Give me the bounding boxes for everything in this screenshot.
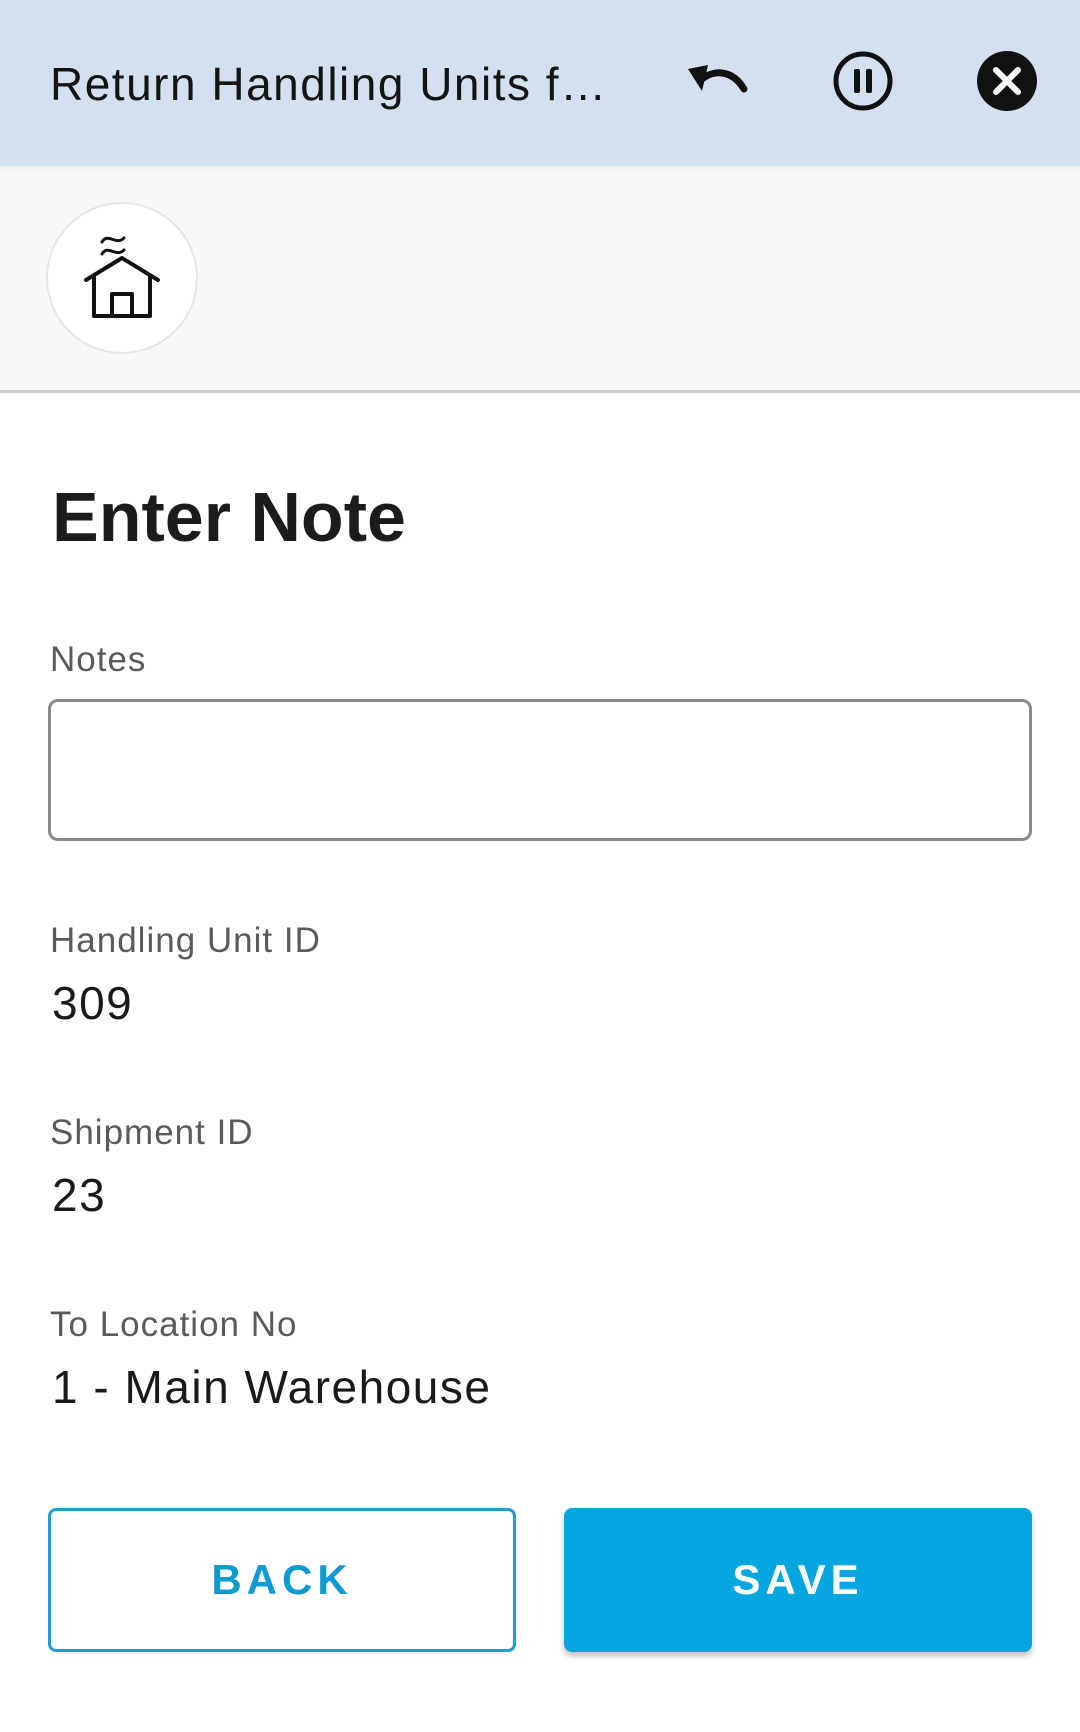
home-icon	[82, 230, 162, 327]
shipment-id-value: 23	[52, 1169, 107, 1221]
notes-label: Notes	[50, 640, 147, 679]
header-title: Return Handling Units f…	[50, 58, 608, 110]
save-button[interactable]: SAVE	[564, 1508, 1032, 1652]
undo-icon	[686, 61, 752, 106]
navigation-bar	[0, 166, 1080, 393]
close-icon	[975, 49, 1039, 118]
app-screen: Return Handling Units f… Enter Note Note…	[0, 0, 1080, 1732]
to-location-label: To Location No	[50, 1305, 298, 1344]
home-button[interactable]	[46, 202, 198, 354]
handling-unit-id-label: Handling Unit ID	[50, 921, 321, 960]
handling-unit-id-value: 309	[52, 977, 134, 1029]
page-title: Enter Note	[52, 478, 406, 556]
undo-button[interactable]	[684, 48, 754, 118]
back-button[interactable]: BACK	[48, 1508, 516, 1652]
to-location-value: 1 - Main Warehouse	[52, 1361, 492, 1413]
pause-icon	[831, 49, 895, 118]
pause-button[interactable]	[828, 48, 898, 118]
app-header: Return Handling Units f…	[0, 0, 1080, 166]
notes-input[interactable]	[48, 699, 1032, 841]
shipment-id-label: Shipment ID	[50, 1113, 254, 1152]
close-button[interactable]	[972, 48, 1042, 118]
